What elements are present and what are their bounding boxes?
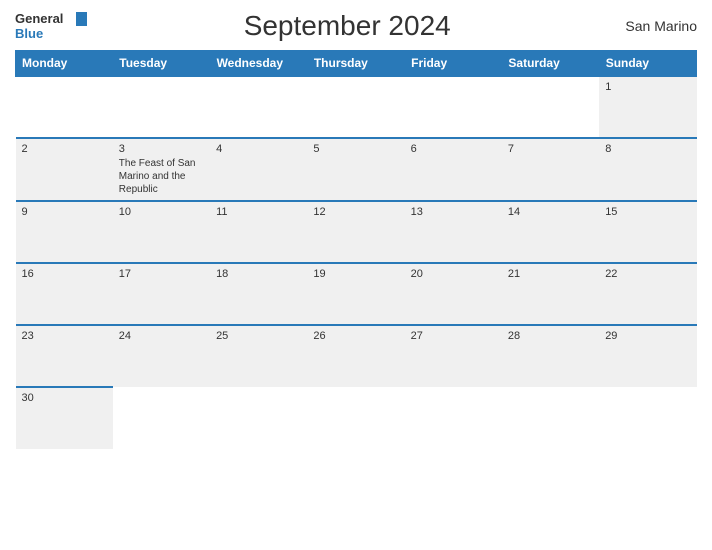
day-number: 4 [216, 143, 301, 155]
day-number: 16 [22, 268, 107, 280]
calendar-page: General Blue September 2024 San Marino M… [0, 0, 712, 550]
calendar-cell: 6 [405, 138, 502, 201]
calendar-cell: 17 [113, 263, 210, 325]
calendar-cell: 29 [599, 325, 696, 387]
calendar-cell: 8 [599, 138, 696, 201]
day-number: 13 [411, 206, 496, 218]
calendar-cell: 22 [599, 263, 696, 325]
logo: General Blue [15, 11, 87, 41]
day-number: 8 [605, 143, 690, 155]
calendar-cell [405, 76, 502, 138]
day-number: 15 [605, 206, 690, 218]
weekday-thursday: Thursday [307, 51, 404, 77]
calendar-cell: 12 [307, 201, 404, 263]
day-number: 23 [22, 330, 107, 342]
calendar-cell: 11 [210, 201, 307, 263]
calendar-cell [307, 76, 404, 138]
weekday-header-row: MondayTuesdayWednesdayThursdayFridaySatu… [16, 51, 697, 77]
calendar-cell [210, 387, 307, 449]
day-number: 10 [119, 206, 204, 218]
calendar-cell: 28 [502, 325, 599, 387]
day-number: 5 [313, 143, 398, 155]
weekday-tuesday: Tuesday [113, 51, 210, 77]
calendar-cell: 4 [210, 138, 307, 201]
calendar-cell [502, 76, 599, 138]
calendar-cell: 18 [210, 263, 307, 325]
day-number: 14 [508, 206, 593, 218]
logo-flag-icon [65, 12, 87, 26]
day-number: 2 [22, 143, 107, 155]
logo-general: General [15, 11, 63, 26]
calendar-week-5: 23 24 25 26 27 28 29 [16, 325, 697, 387]
calendar-cell: 24 [113, 325, 210, 387]
calendar-table: MondayTuesdayWednesdayThursdayFridaySatu… [15, 50, 697, 449]
country-name: San Marino [607, 18, 697, 34]
calendar-cell: 1 [599, 76, 696, 138]
calendar-week-4: 16 17 18 19 20 21 22 [16, 263, 697, 325]
day-number: 20 [411, 268, 496, 280]
calendar-cell [210, 76, 307, 138]
event-text: The Feast of San Marino and the Republic [119, 158, 196, 195]
day-number: 27 [411, 330, 496, 342]
day-number: 25 [216, 330, 301, 342]
calendar-cell [16, 76, 113, 138]
calendar-cell [113, 76, 210, 138]
weekday-saturday: Saturday [502, 51, 599, 77]
day-number: 11 [216, 206, 301, 218]
calendar-cell: 2 [16, 138, 113, 201]
day-number: 26 [313, 330, 398, 342]
calendar-cell: 9 [16, 201, 113, 263]
calendar-cell: 14 [502, 201, 599, 263]
day-number: 3 [119, 143, 204, 155]
day-number: 22 [605, 268, 690, 280]
calendar-week-6: 30 [16, 387, 697, 449]
calendar-cell [113, 387, 210, 449]
calendar-cell: 3 The Feast of San Marino and the Republi… [113, 138, 210, 201]
calendar-cell [307, 387, 404, 449]
day-number: 18 [216, 268, 301, 280]
calendar-cell: 19 [307, 263, 404, 325]
day-number: 7 [508, 143, 593, 155]
day-number: 21 [508, 268, 593, 280]
calendar-cell: 30 [16, 387, 113, 449]
calendar-cell [405, 387, 502, 449]
calendar-cell: 25 [210, 325, 307, 387]
day-number: 19 [313, 268, 398, 280]
calendar-cell: 27 [405, 325, 502, 387]
weekday-friday: Friday [405, 51, 502, 77]
calendar-cell: 15 [599, 201, 696, 263]
logo-blue: Blue [15, 26, 43, 41]
calendar-cell: 5 [307, 138, 404, 201]
calendar-cell [502, 387, 599, 449]
weekday-monday: Monday [16, 51, 113, 77]
day-number: 12 [313, 206, 398, 218]
weekday-sunday: Sunday [599, 51, 696, 77]
day-number: 24 [119, 330, 204, 342]
calendar-cell: 20 [405, 263, 502, 325]
day-number: 9 [22, 206, 107, 218]
calendar-cell [599, 387, 696, 449]
day-number: 17 [119, 268, 204, 280]
day-number: 6 [411, 143, 496, 155]
calendar-cell: 7 [502, 138, 599, 201]
day-number: 29 [605, 330, 690, 342]
day-number: 28 [508, 330, 593, 342]
calendar-cell: 23 [16, 325, 113, 387]
calendar-week-1: 1 [16, 76, 697, 138]
calendar-week-3: 9 10 11 12 13 14 15 [16, 201, 697, 263]
day-number: 30 [22, 392, 107, 404]
calendar-cell: 21 [502, 263, 599, 325]
calendar-cell: 26 [307, 325, 404, 387]
calendar-title: September 2024 [87, 10, 607, 42]
calendar-cell: 16 [16, 263, 113, 325]
calendar-week-2: 23 The Feast of San Marino and the Republ… [16, 138, 697, 201]
calendar-cell: 13 [405, 201, 502, 263]
calendar-header: General Blue September 2024 San Marino [15, 10, 697, 42]
weekday-wednesday: Wednesday [210, 51, 307, 77]
day-number: 1 [605, 81, 690, 93]
calendar-cell: 10 [113, 201, 210, 263]
